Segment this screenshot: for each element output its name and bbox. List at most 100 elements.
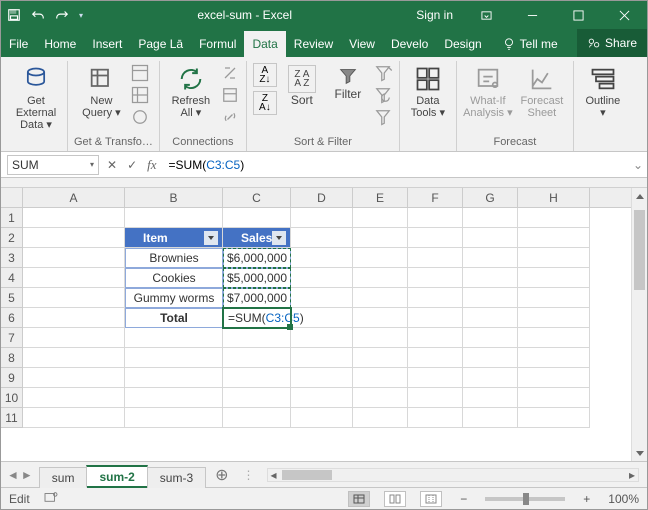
cell-C7[interactable] [223, 328, 291, 348]
clear-filter-icon[interactable] [373, 63, 393, 83]
cell-B5[interactable]: Gummy worms [125, 288, 223, 308]
zoom-slider[interactable] [485, 497, 565, 501]
cell-C2[interactable]: Sales [223, 228, 291, 248]
cell-E5[interactable] [353, 288, 408, 308]
column-headers[interactable]: ABCDEFGH [23, 188, 631, 208]
cell-E4[interactable] [353, 268, 408, 288]
cell-E10[interactable] [353, 388, 408, 408]
properties-icon[interactable] [220, 85, 240, 105]
cell-E3[interactable] [353, 248, 408, 268]
save-icon[interactable] [7, 8, 21, 22]
cell-H2[interactable] [518, 228, 590, 248]
col-header-H[interactable]: H [518, 188, 590, 207]
cell-A8[interactable] [23, 348, 125, 368]
cell-H11[interactable] [518, 408, 590, 428]
cell-A7[interactable] [23, 328, 125, 348]
cell-B6[interactable]: Total [125, 308, 223, 328]
cell-B10[interactable] [125, 388, 223, 408]
cell-E8[interactable] [353, 348, 408, 368]
cell-A10[interactable] [23, 388, 125, 408]
cell-F6[interactable] [408, 308, 463, 328]
cell-A3[interactable] [23, 248, 125, 268]
macro-record-icon[interactable] [44, 491, 58, 506]
cell-B8[interactable] [125, 348, 223, 368]
cell-C11[interactable] [223, 408, 291, 428]
zoom-in-button[interactable]: + [579, 492, 594, 506]
maximize-button[interactable] [555, 1, 601, 29]
row-header-6[interactable]: 6 [1, 308, 22, 328]
outline-button[interactable]: Outline▾ [580, 63, 626, 119]
row-header-2[interactable]: 2 [1, 228, 22, 248]
expand-formula-bar-icon[interactable]: ⌄ [629, 158, 647, 172]
col-header-F[interactable]: F [408, 188, 463, 207]
col-header-A[interactable]: A [23, 188, 125, 207]
redo-icon[interactable] [55, 8, 69, 22]
cell-G9[interactable] [463, 368, 518, 388]
cell-D2[interactable] [291, 228, 353, 248]
row-header-11[interactable]: 11 [1, 408, 22, 428]
cell-H5[interactable] [518, 288, 590, 308]
cell-E9[interactable] [353, 368, 408, 388]
sheet-tab-sum-2[interactable]: sum-2 [86, 465, 147, 488]
sheet-tab-sum[interactable]: sum [39, 467, 88, 488]
sheet-nav-prev-icon[interactable]: ◄ [7, 468, 19, 482]
cell-F1[interactable] [408, 208, 463, 228]
cell-F11[interactable] [408, 408, 463, 428]
cell-B7[interactable] [125, 328, 223, 348]
close-button[interactable] [601, 1, 647, 29]
cell-A4[interactable] [23, 268, 125, 288]
cell-F3[interactable] [408, 248, 463, 268]
enter-formula-icon[interactable]: ✓ [127, 158, 137, 172]
cell-E2[interactable] [353, 228, 408, 248]
share-button[interactable]: Share [577, 29, 647, 57]
cell-E6[interactable] [353, 308, 408, 328]
col-header-E[interactable]: E [353, 188, 408, 207]
tab-file[interactable]: File [1, 31, 36, 57]
cell-C9[interactable] [223, 368, 291, 388]
minimize-button[interactable] [509, 1, 555, 29]
row-header-4[interactable]: 4 [1, 268, 22, 288]
cell-D9[interactable] [291, 368, 353, 388]
cell-G6[interactable] [463, 308, 518, 328]
cell-F8[interactable] [408, 348, 463, 368]
cell-H6[interactable] [518, 308, 590, 328]
scroll-down-icon[interactable] [632, 445, 647, 461]
cell-H8[interactable] [518, 348, 590, 368]
row-header-10[interactable]: 10 [1, 388, 22, 408]
edit-links-icon[interactable] [220, 107, 240, 127]
row-header-8[interactable]: 8 [1, 348, 22, 368]
cell-A11[interactable] [23, 408, 125, 428]
cell-C10[interactable] [223, 388, 291, 408]
tab-design[interactable]: Design [436, 31, 489, 57]
connections-icon[interactable] [220, 63, 240, 83]
reapply-icon[interactable] [373, 85, 393, 105]
cell-G11[interactable] [463, 408, 518, 428]
cell-H7[interactable] [518, 328, 590, 348]
advanced-filter-icon[interactable] [373, 107, 393, 127]
cell-A9[interactable] [23, 368, 125, 388]
scroll-left-icon[interactable]: ◂ [268, 469, 280, 481]
name-box[interactable]: SUM ▾ [7, 155, 99, 175]
formula-input[interactable]: =SUM(C3:C5) [163, 158, 629, 172]
cell-E11[interactable] [353, 408, 408, 428]
cell-D7[interactable] [291, 328, 353, 348]
tab-pagel[interactable]: Page Lā [130, 31, 191, 57]
ribbon-options-icon[interactable] [463, 1, 509, 29]
tell-me[interactable]: Tell me [494, 31, 566, 57]
row-header-1[interactable]: 1 [1, 208, 22, 228]
vertical-scrollbar[interactable] [631, 188, 647, 461]
worksheet-grid[interactable]: ABCDEFGH 1234567891011 ItemSalesBrownies… [1, 188, 647, 461]
cell-B1[interactable] [125, 208, 223, 228]
new-sheet-button[interactable]: ⊕ [205, 465, 238, 485]
normal-view-button[interactable] [348, 491, 370, 507]
cell-A6[interactable] [23, 308, 125, 328]
page-break-view-button[interactable] [420, 491, 442, 507]
cell-C4[interactable]: $5,000,000 [223, 268, 291, 288]
sort-asc-icon[interactable]: AZ↓ [253, 63, 277, 87]
page-layout-view-button[interactable] [384, 491, 406, 507]
cell-B4[interactable]: Cookies [125, 268, 223, 288]
cell-F9[interactable] [408, 368, 463, 388]
zoom-level[interactable]: 100% [608, 492, 639, 506]
cell-C8[interactable] [223, 348, 291, 368]
col-header-C[interactable]: C [223, 188, 291, 207]
